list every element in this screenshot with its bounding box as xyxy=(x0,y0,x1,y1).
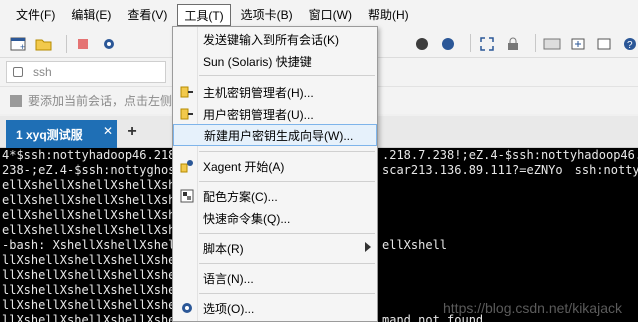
tools-menu: 发送键输入到所有会话(K) Sun (Solaris) 快捷键 主机密钥管理者(… xyxy=(172,26,378,322)
menu-item-options[interactable]: 选项(O)... xyxy=(173,297,377,319)
menu-item-label: 用户密钥管理者(U)... xyxy=(203,107,314,122)
menu-item-host-key-manager[interactable]: 主机密钥管理者(H)... xyxy=(173,81,377,103)
gear-icon xyxy=(179,300,195,316)
menu-item-quick-commands[interactable]: 快速命令集(Q)... xyxy=(173,207,377,229)
compose-icon[interactable] xyxy=(594,34,614,54)
menu-item-xagent-start[interactable]: Xagent 开始(A) xyxy=(173,155,377,177)
menu-item-label: 快速命令集(Q)... xyxy=(203,211,291,226)
tab-session[interactable]: 1 xyq测试服 ✕ xyxy=(6,120,117,148)
menu-item-label: 脚本(R) xyxy=(203,241,244,256)
new-tab-icon[interactable] xyxy=(568,34,588,54)
submenu-arrow-icon xyxy=(365,242,371,252)
new-session-icon[interactable]: + xyxy=(8,34,28,54)
bookmark-icon xyxy=(10,94,22,107)
menu-item-new-user-key-wizard[interactable]: 新建用户密钥生成向导(W)... xyxy=(173,124,377,146)
menu-item-label: 语言(N)... xyxy=(203,271,254,286)
terminal-line: scar213.136.89.111?=eZNYo ssh:nottysqu xyxy=(382,163,638,177)
hint-text: 要添加当前会话，点击左侧 xyxy=(28,94,173,108)
menu-item-label: 配色方案(C)... xyxy=(203,189,278,204)
open-folder-icon[interactable] xyxy=(34,34,54,54)
menu-help[interactable]: 帮助(H) xyxy=(362,4,415,26)
key-icon xyxy=(179,106,195,122)
menu-item-language[interactable]: 语言(N)... xyxy=(173,267,377,289)
lock-icon[interactable] xyxy=(503,34,523,54)
menu-tools[interactable]: 工具(T) xyxy=(177,4,231,26)
menu-item-label: Xagent 开始(A) xyxy=(203,159,285,174)
menu-item-script[interactable]: 脚本(R) xyxy=(173,237,377,259)
menu-item-label: 新建用户密钥生成向导(W)... xyxy=(204,128,354,143)
menu-window[interactable]: 窗口(W) xyxy=(303,4,358,26)
watermark: https://blog.csdn.net/kikajack xyxy=(443,300,622,316)
menu-tabs[interactable]: 选项卡(B) xyxy=(235,4,299,26)
menu-separator xyxy=(199,181,375,182)
menu-separator xyxy=(199,263,375,264)
menu-item-label: Sun (Solaris) 快捷键 xyxy=(203,54,312,69)
menu-item-send-keys-all[interactable]: 发送键输入到所有会话(K) xyxy=(173,28,377,50)
menu-separator xyxy=(199,151,375,152)
menu-separator xyxy=(199,75,375,76)
toolbar-separator xyxy=(535,34,536,52)
menu-separator xyxy=(199,233,375,234)
add-tab-button[interactable]: + xyxy=(124,124,140,140)
keyboard-icon[interactable] xyxy=(542,34,562,54)
menu-item-sun-shortcuts[interactable]: Sun (Solaris) 快捷键 xyxy=(173,50,377,72)
svg-text:?: ? xyxy=(627,40,633,51)
menu-item-label: 发送键输入到所有会话(K) xyxy=(203,32,339,47)
fullscreen-icon[interactable] xyxy=(477,34,497,54)
menu-item-label: 选项(O)... xyxy=(203,301,255,316)
terminal-right: .218.7.238!;eZ.4-$ssh:nottyhadoop46. scar… xyxy=(380,148,638,322)
svg-text:+: + xyxy=(20,42,25,52)
key-icon xyxy=(179,84,195,100)
toolbar-separator xyxy=(470,34,471,52)
menu-item-label: 主机密钥管理者(H)... xyxy=(203,85,314,100)
menu-edit[interactable]: 编辑(E) xyxy=(65,4,117,26)
menu-file[interactable]: 文件(F) xyxy=(10,4,61,26)
terminal-line: .218.7.238!;eZ.4-$ssh:nottyhadoop46. xyxy=(382,148,638,162)
tab-close-icon[interactable]: ✕ xyxy=(101,124,115,138)
xftp-icon[interactable] xyxy=(412,34,432,54)
menu-separator xyxy=(199,293,375,294)
terminal-line: ellXshell xyxy=(382,238,448,252)
color-scheme-icon xyxy=(179,188,195,204)
agent-icon xyxy=(179,158,195,174)
properties-icon[interactable] xyxy=(73,34,93,54)
menu-item-color-scheme[interactable]: 配色方案(C)... xyxy=(173,185,377,207)
address-input[interactable]: ssh xyxy=(6,61,166,83)
lock-icon xyxy=(13,67,23,77)
toolbar-separator xyxy=(66,34,67,53)
settings-icon[interactable] xyxy=(99,34,119,54)
address-value: ssh xyxy=(33,65,52,79)
menu-item-user-key-manager[interactable]: 用户密钥管理者(U)... xyxy=(173,103,377,125)
xagent-icon[interactable] xyxy=(438,34,458,54)
menu-view[interactable]: 查看(V) xyxy=(121,4,173,26)
help-icon[interactable]: ? xyxy=(620,34,638,54)
tab-label: 1 xyq测试服 xyxy=(16,127,83,142)
